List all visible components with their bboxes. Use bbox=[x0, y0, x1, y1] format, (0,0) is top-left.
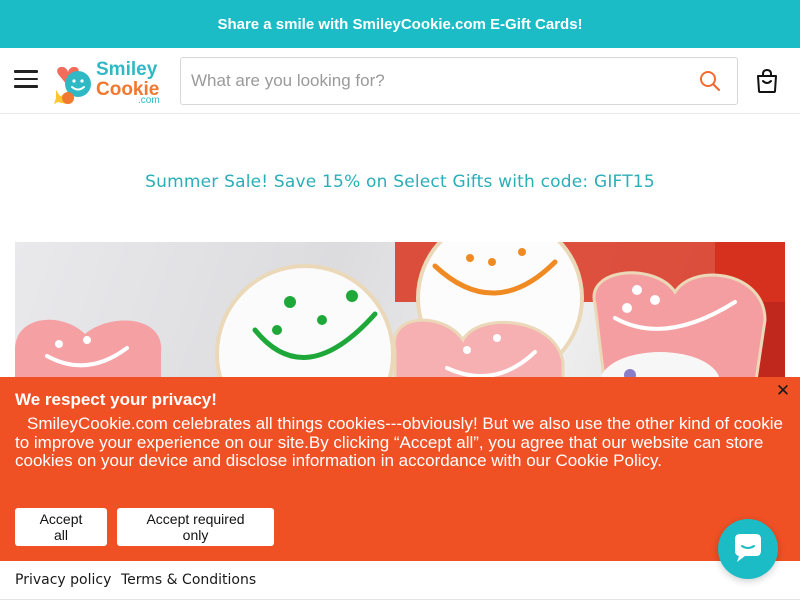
hero-image[interactable] bbox=[15, 242, 785, 387]
logo-line-dotcom: .com bbox=[138, 95, 160, 106]
logo-wordmark: Smiley Cookie bbox=[96, 60, 159, 100]
cookie-consent-banner: We respect your privacy! ✕ SmileyCookie.… bbox=[0, 377, 800, 561]
site-logo[interactable]: Smiley Cookie .com bbox=[52, 58, 168, 106]
site-header: Smiley Cookie .com bbox=[0, 48, 800, 114]
logo-line-smiley: Smiley bbox=[96, 59, 158, 80]
hamburger-menu-icon[interactable] bbox=[14, 70, 38, 90]
search-bar bbox=[180, 57, 738, 105]
accept-all-button[interactable]: Accept all bbox=[15, 508, 107, 546]
cookie-photo bbox=[15, 242, 785, 387]
cookie-banner-title: We respect your privacy! bbox=[15, 390, 217, 409]
promo-banner[interactable]: Summer Sale! Save 15% on Select Gifts wi… bbox=[0, 172, 800, 192]
smiley-logo-icon bbox=[54, 66, 91, 104]
privacy-policy-link[interactable]: Privacy policy bbox=[15, 572, 111, 588]
promo-text[interactable]: Summer Sale! Save 15% on Select Gifts wi… bbox=[145, 172, 655, 192]
close-icon[interactable]: ✕ bbox=[774, 382, 792, 400]
chat-icon[interactable] bbox=[718, 519, 778, 579]
search-icon[interactable] bbox=[699, 70, 721, 92]
terms-conditions-link[interactable]: Terms & Conditions bbox=[121, 572, 256, 588]
cart-bag-icon[interactable] bbox=[754, 68, 780, 94]
announcement-text[interactable]: Share a smile with SmileyCookie.com E-Gi… bbox=[217, 16, 582, 33]
search-input[interactable] bbox=[191, 58, 681, 104]
announcement-bar[interactable]: Share a smile with SmileyCookie.com E-Gi… bbox=[0, 0, 800, 48]
accept-required-button[interactable]: Accept required only bbox=[117, 508, 274, 546]
cookie-banner-body: SmileyCookie.com celebrates all things c… bbox=[15, 414, 783, 470]
footer-links: Privacy policy Terms & Conditions bbox=[0, 561, 800, 600]
